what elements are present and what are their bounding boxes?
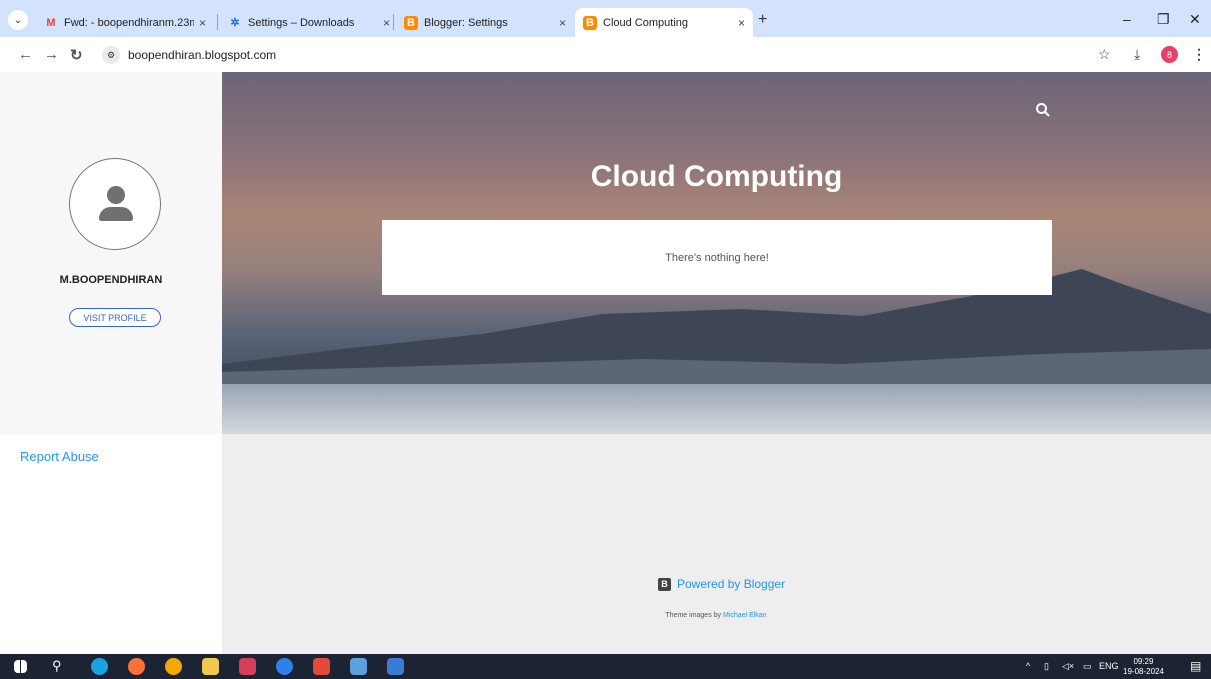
tab-gmail[interactable]: M Fwd: - boopendhiranm.23mca@ × — [36, 8, 214, 37]
network-icon[interactable]: ▭ — [1083, 661, 1092, 672]
minimize-icon[interactable]: – — [1123, 11, 1131, 27]
tab-separator — [217, 14, 218, 30]
tab-search-button[interactable]: ⌄ — [8, 10, 28, 30]
blogger-icon: B — [583, 15, 597, 30]
sidebar-footer — [0, 434, 222, 654]
powered-by-link[interactable]: Powered by Blogger — [677, 577, 785, 591]
photos-app-icon[interactable] — [387, 658, 404, 675]
volume-icon[interactable]: ◁× — [1062, 661, 1074, 672]
page-content: M.BOOPENDHIRAN VISIT PROFILE Report Abus… — [0, 72, 1211, 654]
theme-credit: Theme images by Michael Elkan — [0, 612, 1211, 619]
close-tab-icon[interactable]: × — [738, 16, 745, 30]
profile-panel: M.BOOPENDHIRAN VISIT PROFILE — [0, 72, 222, 434]
tab-label: Settings – Downloads — [248, 16, 355, 29]
tab-cloud-computing[interactable]: B Cloud Computing × — [575, 8, 753, 37]
empty-posts-card: There's nothing here! — [382, 220, 1052, 295]
dunes-image — [222, 384, 1211, 434]
person-icon — [107, 186, 125, 204]
restore-icon[interactable]: ❐ — [1157, 11, 1170, 28]
person-icon-body — [99, 207, 133, 221]
tab-separator — [393, 14, 394, 30]
theme-author-link[interactable]: Michael Elkan — [723, 612, 767, 619]
battery-icon[interactable]: ▯ — [1044, 661, 1049, 672]
bookmark-star-icon[interactable]: ☆ — [1098, 46, 1111, 63]
tab-settings[interactable]: ✲ Settings – Downloads × — [220, 8, 398, 37]
search-icon[interactable] — [1035, 102, 1051, 118]
search-icon[interactable]: ⚲ — [52, 658, 62, 674]
chrome-active-icon[interactable] — [313, 658, 330, 675]
theme-credit-text: Theme images by — [665, 612, 722, 619]
close-tab-icon[interactable]: × — [199, 16, 206, 30]
report-abuse-link[interactable]: Report Abuse — [20, 449, 99, 464]
close-tab-icon[interactable]: × — [559, 16, 566, 30]
profile-name: M.BOOPENDHIRAN — [59, 274, 163, 286]
chrome-icon[interactable] — [165, 658, 182, 675]
tab-label: Blogger: Settings — [424, 16, 508, 29]
header-banner: Cloud Computing There's nothing here! — [222, 72, 1211, 434]
edge-icon[interactable] — [91, 658, 108, 675]
clock-date: 19-08-2024 — [1123, 667, 1164, 676]
tab-blogger-settings[interactable]: B Blogger: Settings × — [396, 8, 574, 37]
close-window-icon[interactable]: ✕ — [1189, 11, 1201, 28]
winrar-icon[interactable] — [239, 658, 256, 675]
copilot-icon[interactable] — [276, 658, 293, 675]
tab-label: Fwd: - boopendhiranm.23mca@ — [64, 16, 194, 29]
profile-avatar[interactable]: 8 — [1161, 46, 1178, 63]
url-text: boopendhiran.blogspot.com — [128, 48, 277, 62]
show-hidden-icons-icon[interactable]: ^ — [1026, 661, 1030, 671]
powered-by-blogger[interactable]: B Powered by Blogger — [658, 577, 785, 591]
windows-taskbar: ⚲ ^ ▯ ◁× ▭ ENG 09:29 19-08-2024 ▤ — [0, 654, 1211, 679]
avatar — [69, 158, 161, 250]
clock-time: 09:29 — [1133, 657, 1154, 666]
gmail-icon: M — [46, 16, 56, 29]
firefox-icon[interactable] — [128, 658, 145, 675]
tab-strip: ⌄ M Fwd: - boopendhiranm.23mca@ × ✲ Sett… — [0, 0, 1211, 37]
file-explorer-icon[interactable] — [202, 658, 219, 675]
close-tab-icon[interactable]: × — [383, 16, 390, 30]
notifications-icon[interactable]: ▤ — [1190, 659, 1201, 673]
language-indicator[interactable]: ENG — [1099, 661, 1119, 671]
browser-toolbar: ← → ↻ ⚙ boopendhiran.blogspot.com ☆ ⤓ ⋮ — [0, 37, 1211, 72]
visit-profile-button[interactable]: VISIT PROFILE — [69, 308, 161, 327]
gear-icon: ✲ — [230, 17, 240, 29]
address-bar[interactable]: ⚙ boopendhiran.blogspot.com — [98, 42, 1088, 68]
forward-icon[interactable]: → — [44, 46, 59, 63]
back-icon[interactable]: ← — [18, 46, 33, 63]
notes-app-icon[interactable] — [350, 658, 367, 675]
download-icon[interactable]: ⤓ — [1134, 46, 1140, 63]
menu-kebab-icon[interactable]: ⋮ — [1192, 46, 1206, 63]
reload-icon[interactable]: ↻ — [70, 46, 83, 64]
blogger-icon: B — [404, 15, 418, 30]
new-tab-button[interactable]: + — [758, 11, 767, 29]
blogger-logo-icon: B — [658, 577, 671, 591]
blog-title[interactable]: Cloud Computing — [222, 160, 1211, 194]
tab-label: Cloud Computing — [603, 16, 688, 29]
windows-start-icon[interactable] — [14, 660, 27, 673]
empty-message: There's nothing here! — [665, 251, 769, 264]
site-info-icon[interactable]: ⚙ — [102, 46, 120, 64]
system-clock[interactable]: 09:29 19-08-2024 — [1123, 657, 1164, 677]
